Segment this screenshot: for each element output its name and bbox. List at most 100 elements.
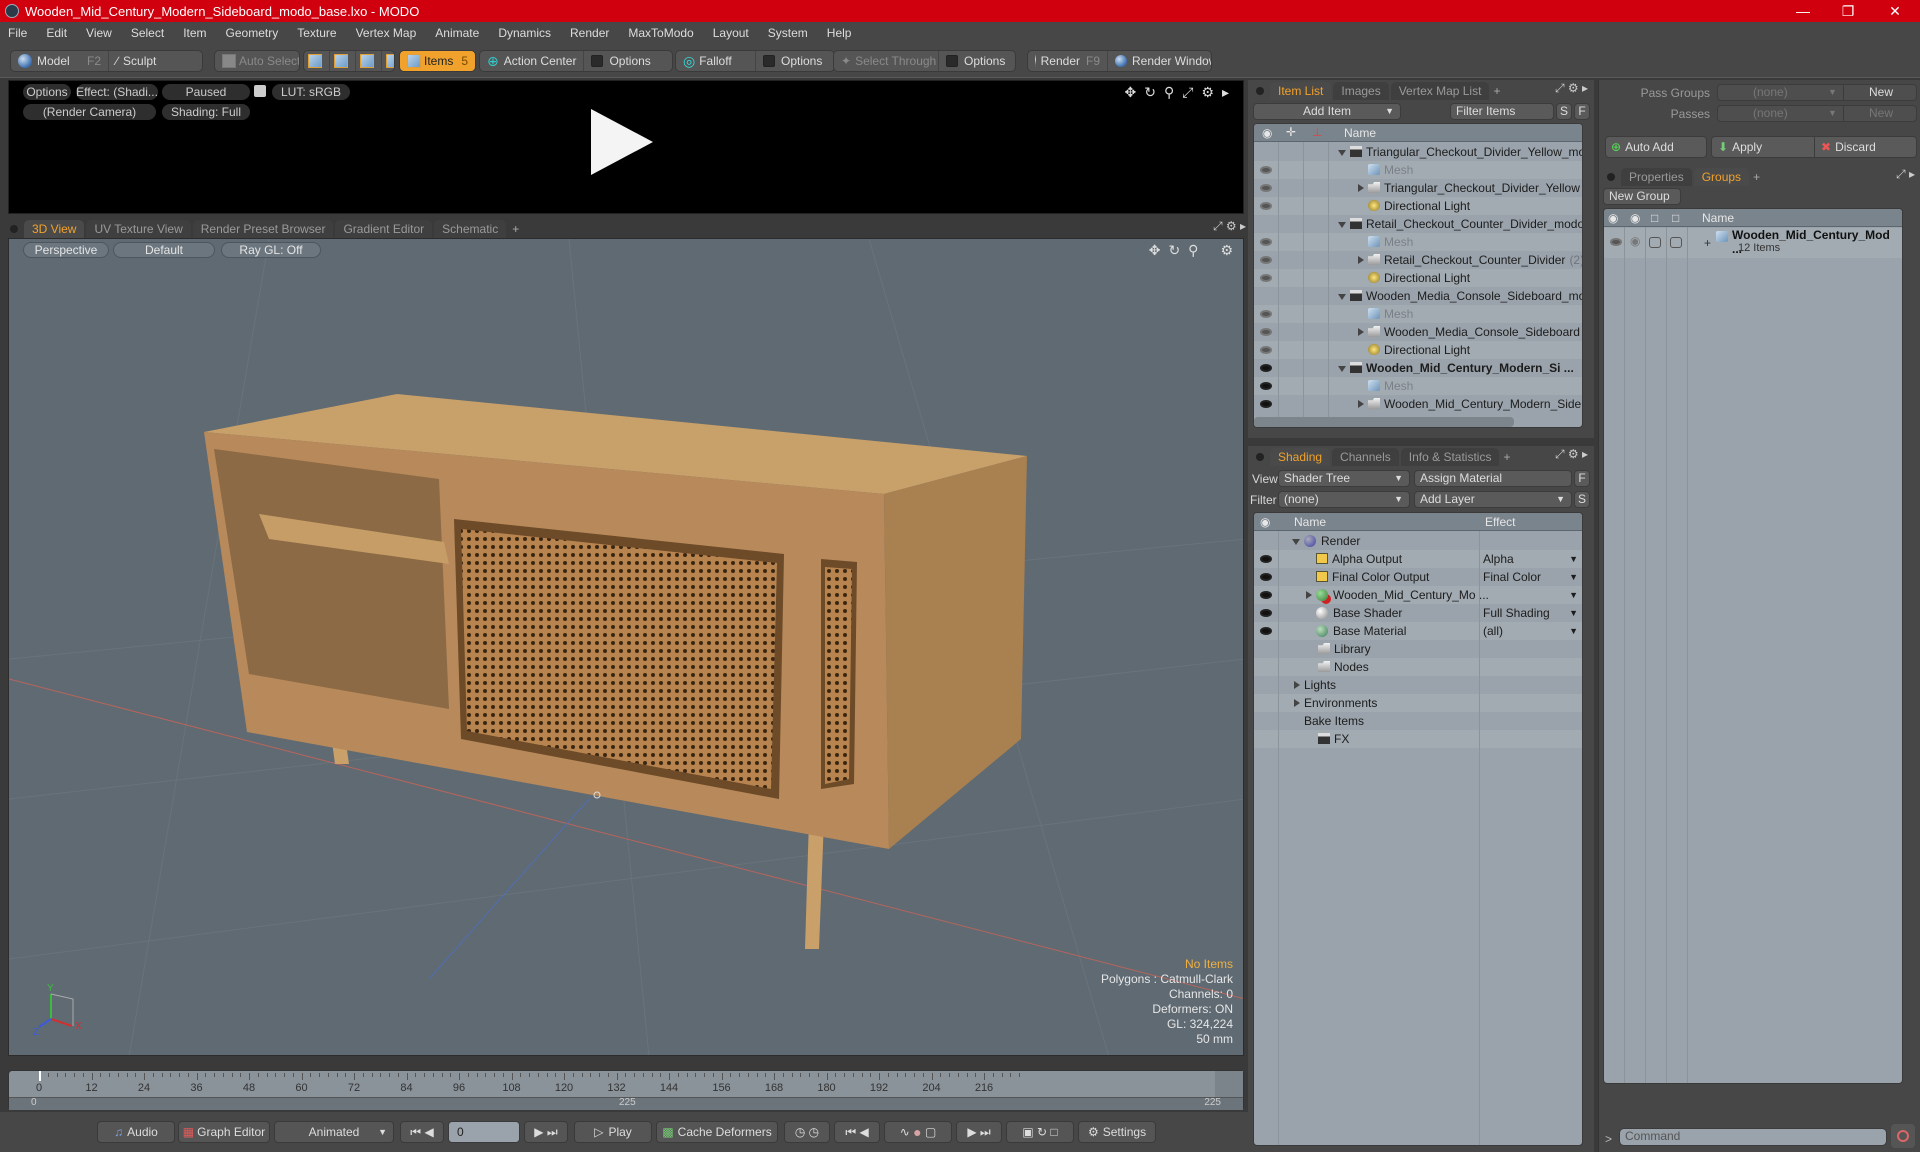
- shader-tree-row[interactable]: Base Material (all) ▼: [1254, 622, 1582, 640]
- filter-dropdown[interactable]: (none) ▼: [1278, 491, 1410, 508]
- assign-material-button[interactable]: Assign Material: [1414, 470, 1572, 487]
- discard-button[interactable]: ✖ Discard: [1814, 137, 1876, 157]
- cache-deformers-button[interactable]: ▩ Cache Deformers: [656, 1121, 778, 1143]
- expand-arrow-icon[interactable]: [1306, 591, 1312, 599]
- record-controls[interactable]: ∿ ● ▢: [884, 1121, 952, 1143]
- menu-select[interactable]: Select: [131, 26, 164, 40]
- preview-effect-dropdown[interactable]: Effect: (Shadi...: [76, 84, 158, 100]
- materials-mode-button[interactable]: [382, 51, 394, 71]
- expand-arrow-icon[interactable]: [1358, 256, 1364, 264]
- auto-add-button[interactable]: ⊕ Auto Add: [1605, 136, 1707, 158]
- expand-arrow-icon[interactable]: [1358, 184, 1364, 192]
- polygons-mode-button[interactable]: [356, 51, 382, 71]
- menu-layout[interactable]: Layout: [713, 26, 749, 40]
- menu-geometry[interactable]: Geometry: [226, 26, 279, 40]
- shader-tree-row[interactable]: Alpha Output Alpha ▼: [1254, 550, 1582, 568]
- 3d-viewport[interactable]: Y X Z Perspective Default Ray GL: Off ✥ …: [8, 238, 1244, 1056]
- play-icon[interactable]: [591, 109, 653, 175]
- collapse-arrow-icon[interactable]: [1338, 294, 1346, 300]
- panel-controls[interactable]: ⤢ ⚙ ▸: [1555, 447, 1588, 462]
- tab-gradient-editor[interactable]: Gradient Editor: [335, 220, 433, 238]
- shader-tree-row[interactable]: Final Color Output Final Color ▼: [1254, 568, 1582, 586]
- arrow-right-icon[interactable]: ▸: [1222, 84, 1229, 101]
- panel-menu-icon[interactable]: [1607, 173, 1615, 181]
- items-mode-button[interactable]: Items 5: [399, 50, 476, 72]
- tab-shading[interactable]: Shading: [1270, 448, 1331, 466]
- add-layer-dropdown[interactable]: Add Layer ▼: [1414, 491, 1572, 508]
- panel-controls[interactable]: ⤢ ⚙ ▸: [1555, 81, 1588, 96]
- panel-controls[interactable]: ⤢ ▸: [1896, 167, 1915, 182]
- key-nav-next[interactable]: ▶ ⏭: [956, 1121, 1002, 1143]
- menu-help[interactable]: Help: [827, 26, 852, 40]
- shading-dropdown[interactable]: Shading: Full: [162, 104, 250, 120]
- tab-properties[interactable]: Properties: [1621, 168, 1692, 186]
- tab-schematic[interactable]: Schematic: [434, 220, 507, 238]
- shader-tree-row[interactable]: Base Shader Full Shading ▼: [1254, 604, 1582, 622]
- select-through-button[interactable]: ✦ Select Through: [834, 51, 939, 71]
- menu-vertex-map[interactable]: Vertex Map: [356, 26, 417, 40]
- filter-items-input[interactable]: Filter Items: [1450, 103, 1554, 120]
- audio-button[interactable]: ♫ Audio: [97, 1121, 175, 1143]
- pass-groups-dropdown[interactable]: (none) ▼ New: [1717, 84, 1917, 101]
- next-key-icon[interactable]: ▶: [534, 1125, 543, 1139]
- panel-menu-icon[interactable]: [1256, 453, 1264, 461]
- add-item-dropdown[interactable]: Add Item ▼: [1253, 103, 1401, 120]
- rotate-icon[interactable]: ↻: [1144, 84, 1156, 101]
- effect-dropdown-icon[interactable]: ▼: [1569, 622, 1578, 640]
- animation-mode-dropdown[interactable]: Animated ▼: [274, 1121, 394, 1143]
- new-group-button[interactable]: New Group: [1603, 188, 1681, 205]
- passes-dropdown[interactable]: (none) ▼ New: [1717, 105, 1917, 122]
- f-button[interactable]: F: [1574, 103, 1590, 120]
- s-button[interactable]: S: [1574, 491, 1590, 508]
- edges-mode-button[interactable]: [330, 51, 356, 71]
- expand-arrow-icon[interactable]: [1358, 328, 1364, 336]
- f-button[interactable]: F: [1574, 470, 1590, 487]
- tab-images[interactable]: Images: [1333, 82, 1389, 100]
- tab-item-list[interactable]: Item List: [1270, 82, 1332, 100]
- effect-dropdown-icon[interactable]: ▼: [1569, 568, 1578, 586]
- render-preview[interactable]: Options Effect: (Shadi... Paused LUT: sR…: [8, 80, 1244, 214]
- prev-key-icon[interactable]: ◀: [424, 1125, 433, 1139]
- add-tab-button[interactable]: +: [1493, 84, 1500, 98]
- sculpt-mode-button[interactable]: ∕ Sculpt: [109, 51, 163, 71]
- preview-options-button[interactable]: Options: [23, 84, 71, 100]
- maximize-icon[interactable]: ⤢: [1182, 84, 1193, 101]
- horizontal-scrollbar[interactable]: [1254, 417, 1514, 427]
- action-center-button[interactable]: ⊕ Action Center: [480, 51, 585, 71]
- effect-value[interactable]: Final Color: [1483, 568, 1541, 586]
- expand-icon[interactable]: +: [1704, 236, 1711, 250]
- render-button[interactable]: Render F9: [1028, 51, 1108, 71]
- raygl-dropdown[interactable]: Ray GL: Off: [221, 242, 321, 258]
- menu-render[interactable]: Render: [570, 26, 609, 40]
- menu-item[interactable]: Item: [183, 26, 206, 40]
- shader-tree-row[interactable]: Render: [1254, 532, 1582, 550]
- expand-arrow-icon[interactable]: [1294, 699, 1300, 707]
- rotate-icon[interactable]: ↻: [1168, 242, 1180, 259]
- menu-dynamics[interactable]: Dynamics: [498, 26, 551, 40]
- menu-view[interactable]: View: [86, 26, 112, 40]
- shader-tree-row[interactable]: Nodes: [1254, 658, 1582, 676]
- falloff-options-button[interactable]: Options: [756, 51, 834, 71]
- shader-tree-row[interactable]: Bake Items: [1254, 712, 1582, 730]
- effect-value[interactable]: (all): [1483, 622, 1503, 640]
- go-to-end-icon[interactable]: ⏭: [547, 1125, 558, 1140]
- action-center-options-button[interactable]: Options: [584, 51, 672, 71]
- view-dropdown[interactable]: Shader Tree ▼: [1278, 470, 1410, 487]
- s-button[interactable]: S: [1556, 103, 1572, 120]
- falloff-button[interactable]: ◎ Falloff: [676, 51, 756, 71]
- menu-animate[interactable]: Animate: [435, 26, 479, 40]
- menu-edit[interactable]: Edit: [46, 26, 67, 40]
- key-controls[interactable]: ◷ ◷: [784, 1121, 830, 1143]
- vertices-mode-button[interactable]: [304, 51, 330, 71]
- expand-arrow-icon[interactable]: [1358, 400, 1364, 408]
- preview-status-button[interactable]: Paused: [162, 84, 250, 100]
- shader-tree-row[interactable]: Environments: [1254, 694, 1582, 712]
- current-frame-input[interactable]: 0: [448, 1121, 520, 1143]
- tab-info-statistics[interactable]: Info & Statistics: [1400, 448, 1500, 466]
- gear-icon[interactable]: ⚙: [1201, 84, 1214, 101]
- effect-value[interactable]: Full Shading: [1483, 604, 1550, 622]
- effect-value[interactable]: Alpha: [1483, 550, 1514, 568]
- tab-uv-texture-view[interactable]: UV Texture View: [86, 220, 191, 238]
- select-through-options-button[interactable]: Options: [939, 51, 1015, 71]
- range-bar[interactable]: 0 225 225: [9, 1097, 1243, 1110]
